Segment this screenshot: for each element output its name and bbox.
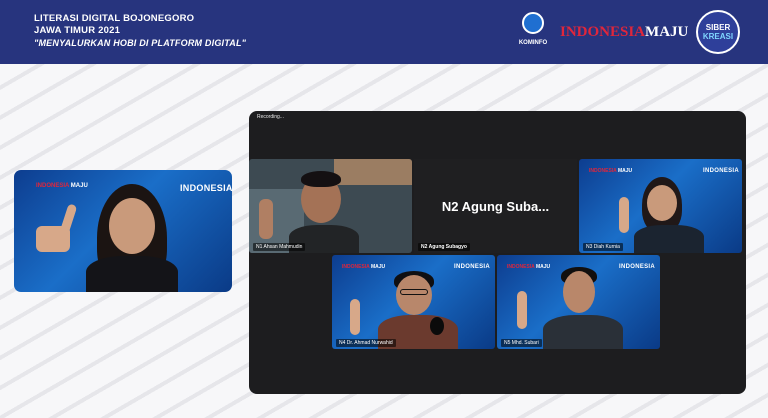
participant-tile-n5[interactable]: INDONESIA MAJU INDONESIA N5 Mhd. Subari (497, 255, 660, 349)
tile-mini-logo: INDONESIA MAJU (36, 183, 88, 189)
participant-n1-hand (259, 199, 273, 239)
participant-n4-face (396, 275, 432, 315)
recording-indicator: Recording... (257, 114, 284, 120)
participant-tile-n2[interactable]: N2 Agung Suba... N2 Agung Subagyo (414, 159, 577, 253)
tile-mini-logo: INDONESIA MAJU (342, 264, 386, 270)
kominfo-emblem-icon (522, 12, 544, 34)
featured-video-tile[interactable]: INDONESIA MAJU INDONESIA (14, 170, 232, 292)
participant-n1-hair (301, 171, 341, 187)
participant-n4-hand (350, 299, 360, 335)
glasses-icon (400, 289, 428, 295)
tile-mini-logo: INDONESIA MAJU (507, 264, 551, 270)
event-title-line1: LITERASI DIGITAL BOJONEGORO (34, 13, 195, 24)
microphone-icon (430, 317, 444, 335)
host-face (109, 198, 155, 254)
participant-n3-hand (619, 197, 629, 233)
host-body (86, 256, 178, 292)
siberkreasi-logo-text: SIBER KREASI (698, 23, 738, 41)
kominfo-logo-text: KOMINFO (518, 40, 548, 46)
participant-n5-hand (517, 291, 527, 329)
participant-n5-body (543, 315, 623, 349)
participant-n5-badge: INDONESIA (619, 264, 656, 270)
indonesia-maju-logo-b: MAJU (645, 24, 689, 40)
event-title: LITERASI DIGITAL BOJONEGORO JAWA TIMUR 2… (34, 13, 246, 49)
participant-tile-n3[interactable]: INDONESIA MAJU INDONESIA N3 Diah Kurnia (579, 159, 742, 253)
participant-n3-badge: INDONESIA (703, 168, 740, 174)
meeting-window: Recording... N1 Ahsan Mahmudin N2 Agung … (249, 111, 746, 394)
event-banner: LITERASI DIGITAL BOJONEGORO JAWA TIMUR 2… (0, 0, 768, 64)
participant-tile-n4[interactable]: INDONESIA MAJU INDONESIA N4 Dr. Ahmad Nu… (332, 255, 495, 349)
wall-shelf (334, 159, 412, 185)
participant-n5-face (563, 271, 595, 313)
siberkreasi-logo-line2: KREASI (702, 32, 734, 41)
participant-n2-name: N2 Agung Subagyo (418, 243, 470, 251)
participant-tile-n1[interactable]: N1 Ahsan Mahmudin (249, 159, 412, 253)
participant-n4-name: N4 Dr. Ahmad Nurwahid (336, 339, 396, 347)
tile-indonesia-badge: INDONESIA (180, 183, 232, 193)
indonesia-maju-logo-a: INDONESIA (560, 24, 646, 40)
indonesia-maju-logo: INDONESIAMAJU (560, 24, 688, 41)
participant-n5-name: N5 Mhd. Subari (501, 339, 542, 347)
tile-mini-logo: INDONESIA MAJU (589, 168, 633, 174)
participant-n1-name: N1 Ahsan Mahmudin (253, 243, 306, 251)
siberkreasi-logo: SIBER KREASI (696, 10, 740, 54)
participant-n3-body (634, 225, 704, 253)
event-tagline: "MENYALURKAN HOBI DI PLATFORM DIGITAL" (34, 38, 247, 48)
participant-n3-name: N3 Diah Kurnia (583, 243, 623, 251)
participant-n4-badge: INDONESIA (454, 264, 491, 270)
participant-n2-display-name: N2 Agung Suba... (441, 198, 550, 214)
siberkreasi-logo-line1: SIBER (705, 23, 731, 32)
event-title-line2: JAWA TIMUR 2021 (34, 25, 121, 36)
kominfo-logo: KOMINFO (516, 10, 550, 54)
participant-n3-face (647, 185, 677, 221)
host-finger (59, 203, 78, 235)
